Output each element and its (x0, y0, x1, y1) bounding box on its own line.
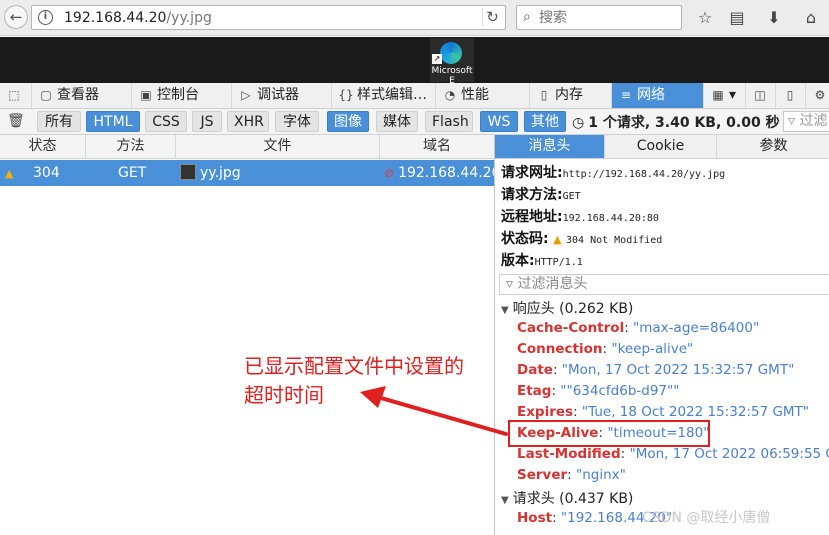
filter-all[interactable]: 所有 (37, 111, 81, 132)
console-icon: ▣ (140, 88, 152, 102)
filter-js[interactable]: JS (192, 111, 222, 132)
stopwatch-icon: ◷ (572, 115, 585, 131)
tab-headers[interactable]: 消息头 (495, 135, 605, 158)
request-details-panel: 消息头 Cookie 参数 请求网址:http://192.168.44.20/… (494, 135, 829, 535)
warning-triangle-icon: ▲ (5, 167, 14, 180)
image-thumbnail-icon (180, 164, 196, 180)
column-method[interactable]: 方法 (86, 135, 176, 158)
watermark: CSDN @取经小唐僧 (642, 510, 771, 526)
gauge-icon: ◔ (444, 88, 456, 102)
tab-network[interactable]: ≡ 网络 (612, 83, 704, 108)
reading-list-icon[interactable]: ▤ (726, 7, 748, 29)
row-domain: ⊘ 192.168.44.20 (384, 165, 494, 181)
split-icon: ◫ (754, 88, 766, 102)
reload-icon[interactable]: ↻ (482, 8, 500, 26)
network-icon: ≡ (620, 88, 632, 102)
tab-cookies[interactable]: Cookie (605, 135, 717, 158)
header-cache-control: Cache-Control: "max-age=86400" (517, 320, 760, 336)
debugger-icon: ▷ (241, 88, 251, 102)
request-method-line: 请求方法:GET (501, 187, 581, 203)
devtools-tab-bar: ⬚ ▢ 查看器 ▣ 控制台 ▷ 调试器 {} 样式编辑… ◔ 性能 ▯ 内存 ≡ 网络 ▦ ▾ … (0, 83, 829, 109)
filter-other[interactable]: 其他 (524, 111, 566, 132)
column-status[interactable]: 状态 (0, 135, 86, 158)
row-file: yy.jpg (180, 160, 241, 186)
tab-console[interactable]: ▣ 控制台 (132, 83, 232, 108)
header-connection: Connection: "keep-alive" (517, 341, 694, 357)
pick-element-icon: ⬚ (8, 88, 20, 102)
gear-icon: ⚙ (814, 88, 826, 102)
request-summary: ◷ 1 个请求, 3.40 KB, 0.00 秒 (572, 115, 780, 131)
request-table-header: 状态 方法 文件 域名 (0, 135, 494, 159)
grid-icon: ▦ (712, 88, 724, 102)
split-console-button[interactable]: ◫ (746, 83, 776, 108)
tab-inspector[interactable]: ▢ 查看器 (32, 83, 132, 108)
filter-flash[interactable]: Flash (425, 111, 473, 132)
settings-button[interactable]: ⚙ (806, 83, 829, 108)
download-icon[interactable]: ⬇ (763, 7, 785, 29)
filter-css[interactable]: CSS (145, 111, 187, 132)
highlight-box (508, 420, 710, 447)
column-file[interactable]: 文件 (176, 135, 380, 158)
warning-triangle-icon: ▲ (553, 233, 562, 246)
browser-toolbar: ← i 192.168.44.20/yy.jpg ↻ ⌕ ☆ ▤ ⬇ ⌂ (0, 0, 829, 36)
search-icon: ⌕ (523, 9, 531, 25)
column-domain[interactable]: 域名 (380, 135, 494, 158)
memory-chip-icon: ▯ (540, 88, 548, 102)
home-icon[interactable]: ⌂ (800, 7, 822, 29)
desktop-shortcut[interactable]: ↗ Microsoft E (430, 38, 474, 86)
trash-icon[interactable]: 🗑 (7, 113, 25, 129)
filter-html[interactable]: HTML (86, 111, 140, 132)
braces-icon: {} (338, 88, 354, 102)
filter-media[interactable]: 媒体 (376, 111, 418, 132)
inspector-icon: ▢ (40, 88, 52, 102)
details-tab-bar: 消息头 Cookie 参数 (495, 135, 829, 159)
tab-params[interactable]: 参数 (717, 135, 829, 158)
row-method: GET (118, 165, 147, 181)
header-filter-input[interactable]: ▿ 过滤消息头 (499, 274, 829, 295)
response-headers-section[interactable]: ▼ 响应头 (0.262 KB) (501, 298, 633, 318)
tab-debugger[interactable]: ▷ 调试器 (232, 83, 332, 108)
chevron-down-icon: ▼ (501, 495, 509, 506)
info-icon[interactable]: i (38, 10, 53, 25)
filter-ws[interactable]: WS (480, 111, 518, 132)
remote-address-line: 远程地址:192.168.44.20:80 (501, 209, 659, 225)
table-row[interactable]: ▲ 304 GET yy.jpg ⊘ 192.168.44.20 (0, 160, 494, 186)
status-code-line: 状态码: ▲ 304 Not Modified (501, 231, 663, 247)
request-headers-section[interactable]: ▼ 请求头 (0.437 KB) (501, 488, 633, 508)
pick-element-button[interactable]: ⬚ (0, 83, 32, 108)
arrow-left-icon: ← (9, 8, 23, 26)
tab-performance[interactable]: ◔ 性能 (436, 83, 530, 108)
header-last-modified: Last-Modified: "Mon, 17 Oct 2022 06:59:5… (517, 446, 829, 462)
tab-memory[interactable]: ▯ 内存 (530, 83, 612, 108)
shortcut-arrow-icon: ↗ (432, 54, 442, 64)
bookmark-star-icon[interactable]: ☆ (694, 7, 716, 29)
tab-style-editor[interactable]: {} 样式编辑… (332, 83, 436, 108)
responsive-design-button[interactable]: ▯ (776, 83, 806, 108)
request-url-line: 请求网址:http://192.168.44.20/yy.jpg (501, 165, 726, 181)
chevron-down-icon: ▼ (501, 305, 509, 316)
back-button[interactable]: ← (4, 5, 28, 29)
header-expires: Expires: "Tue, 18 Oct 2022 15:32:57 GMT" (517, 404, 810, 420)
layout-menu-button[interactable]: ▦ ▾ (704, 83, 746, 108)
url-filter-input[interactable]: ▿ 过滤 (783, 111, 829, 132)
filter-xhr[interactable]: XHR (227, 111, 269, 132)
filter-fonts[interactable]: 字体 (275, 111, 319, 132)
version-line: 版本:HTTP/1.1 (501, 253, 583, 269)
page-content: ↗ Microsoft E (0, 37, 829, 86)
annotation-arrow (360, 386, 508, 436)
edge-logo-icon (440, 42, 462, 64)
header-server: Server: "nginx" (517, 467, 626, 483)
network-filter-bar: 🗑 所有 HTML CSS JS XHR 字体 图像 媒体 Flash WS 其… (0, 109, 829, 135)
row-status: 304 (33, 165, 60, 181)
header-etag: Etag: ""634cfd6b-d97"" (517, 383, 680, 399)
mobile-icon: ▯ (786, 88, 794, 102)
url-text[interactable]: 192.168.44.20/yy.jpg (64, 10, 212, 26)
header-date: Date: "Mon, 17 Oct 2022 15:32:57 GMT" (517, 362, 795, 378)
search-box[interactable]: ⌕ (516, 5, 682, 30)
filter-images[interactable]: 图像 (327, 111, 369, 132)
address-bar[interactable]: i 192.168.44.20/yy.jpg ↻ (31, 5, 506, 30)
search-input[interactable] (539, 8, 677, 27)
insecure-icon: ⊘ (384, 166, 395, 180)
